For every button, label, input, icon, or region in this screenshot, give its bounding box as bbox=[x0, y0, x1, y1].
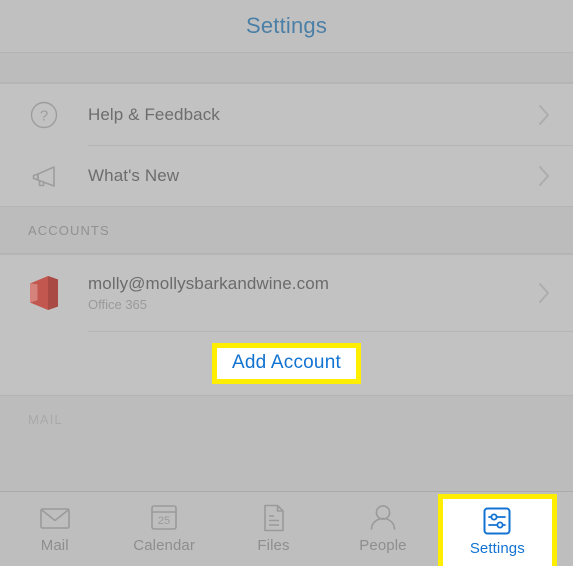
envelope-icon bbox=[39, 501, 71, 534]
tab-label: Files bbox=[257, 537, 290, 554]
person-icon bbox=[368, 501, 398, 534]
tab-files[interactable]: Files bbox=[219, 492, 328, 566]
page-title: Settings bbox=[245, 13, 328, 38]
section-header-label: ACCOUNTS bbox=[28, 222, 110, 238]
top-spacer bbox=[0, 53, 573, 83]
settings-screen: Settings ? Help & Feedback What's New AC… bbox=[0, 0, 573, 566]
settings-item-label: Help & Feedback bbox=[88, 104, 220, 124]
add-account-highlight: Add Account bbox=[212, 342, 361, 384]
chevron-right-icon bbox=[531, 102, 557, 128]
tab-label: Settings bbox=[469, 540, 525, 557]
tab-calendar[interactable]: 25 Calendar bbox=[109, 492, 218, 566]
tab-mail[interactable]: Mail bbox=[0, 492, 109, 566]
tab-label: Calendar bbox=[133, 537, 195, 554]
section-header-accounts: ACCOUNTS bbox=[0, 207, 573, 254]
megaphone-icon bbox=[0, 161, 88, 191]
settings-scroll-area[interactable]: ? Help & Feedback What's New ACCOUNTS mo… bbox=[0, 53, 573, 491]
tab-settings[interactable]: Settings bbox=[437, 494, 558, 566]
question-circle-icon: ? bbox=[0, 100, 88, 130]
account-email: molly@mollysbarkandwine.com bbox=[88, 274, 330, 293]
title-bar: Settings bbox=[0, 0, 573, 53]
add-account-row[interactable]: Add Account bbox=[0, 331, 573, 395]
settings-item-whats-new[interactable]: What's New bbox=[0, 145, 573, 206]
office-365-icon bbox=[0, 273, 88, 313]
chevron-right-icon bbox=[531, 163, 557, 189]
calendar-icon: 25 bbox=[149, 501, 179, 534]
settings-item-help-feedback[interactable]: ? Help & Feedback bbox=[0, 84, 573, 145]
tab-label: People bbox=[359, 537, 407, 554]
document-icon bbox=[261, 501, 287, 534]
account-type: Office 365 bbox=[88, 297, 148, 312]
section-header-mail: MAIL bbox=[0, 396, 573, 443]
settings-item-label: What's New bbox=[88, 165, 180, 185]
accounts-group: molly@mollysbarkandwine.com Office 365 A… bbox=[0, 254, 573, 396]
tab-people[interactable]: People bbox=[328, 492, 437, 566]
chevron-right-icon bbox=[531, 280, 557, 306]
tab-label: Mail bbox=[40, 537, 69, 554]
svg-text:?: ? bbox=[40, 107, 48, 124]
account-details: molly@mollysbarkandwine.com Office 365 bbox=[88, 274, 531, 312]
add-account-button[interactable]: Add Account bbox=[232, 352, 341, 373]
sliders-icon bbox=[482, 504, 512, 537]
help-group: ? Help & Feedback What's New bbox=[0, 83, 573, 207]
content-filler bbox=[0, 443, 573, 491]
svg-text:25: 25 bbox=[158, 515, 170, 527]
section-header-label: MAIL bbox=[28, 412, 63, 427]
bottom-tab-bar: Mail 25 Calendar Files People Settings bbox=[0, 491, 573, 566]
account-row[interactable]: molly@mollysbarkandwine.com Office 365 bbox=[0, 255, 573, 331]
